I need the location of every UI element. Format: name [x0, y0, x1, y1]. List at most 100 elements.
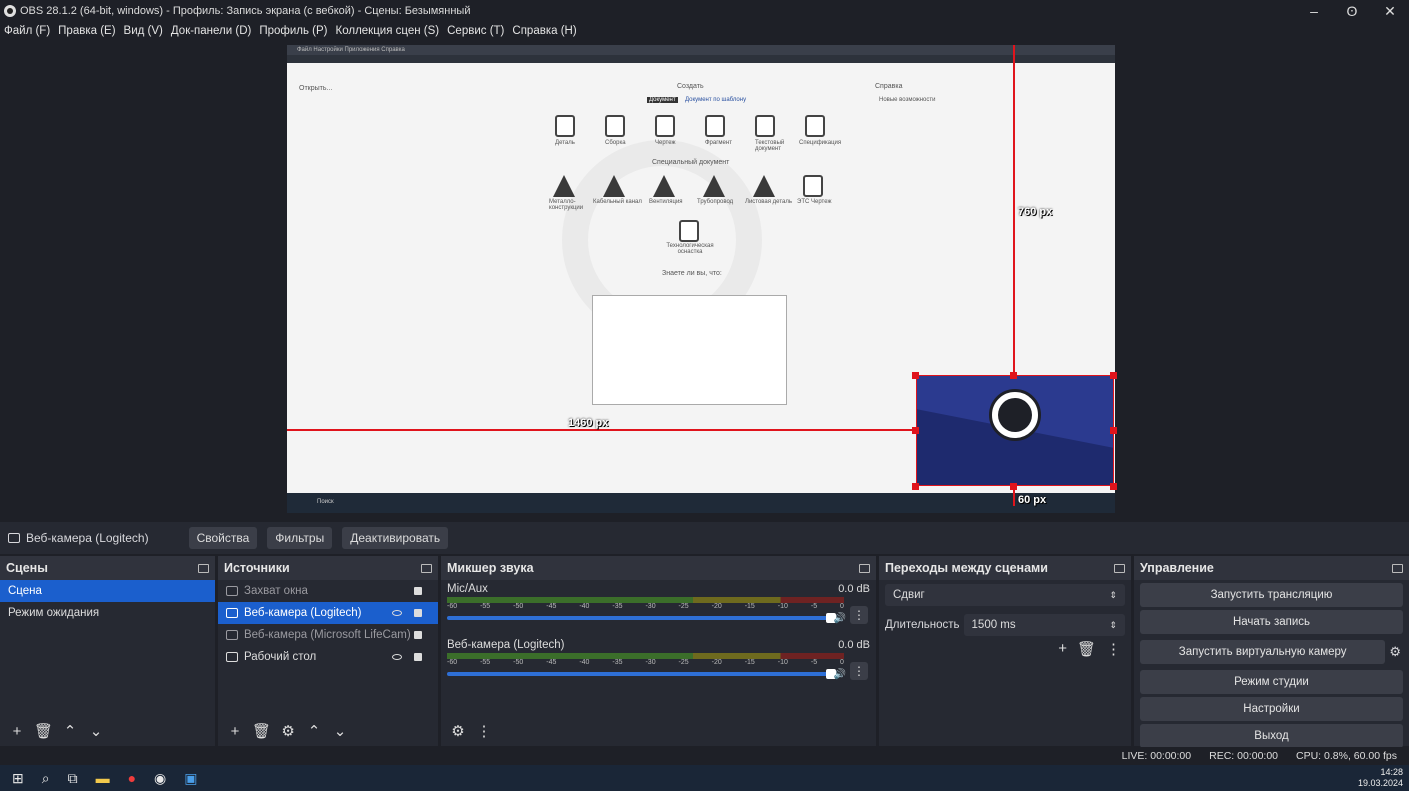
selected-source-label: Веб-камера (Logitech): [26, 531, 149, 545]
search-icon[interactable]: ⌕: [42, 770, 50, 787]
source-context-bar: Веб-камера (Logitech) Свойства Фильтры Д…: [0, 522, 1409, 554]
source-item[interactable]: Веб-камера (Logitech): [218, 602, 438, 624]
undock-icon[interactable]: [198, 563, 209, 573]
properties-button[interactable]: Свойства: [188, 527, 258, 549]
gear-icon[interactable]: ⚙: [279, 722, 297, 740]
menu-help[interactable]: Справка (H): [512, 25, 576, 37]
preview-canvas[interactable]: Файл Настройки Приложения Справка Открыт…: [0, 40, 1409, 518]
taskbar-clock[interactable]: 14:28 19.03.2024: [1358, 767, 1403, 789]
eye-icon[interactable]: [392, 654, 402, 660]
studio-mode-button[interactable]: Режим студии: [1140, 670, 1403, 694]
measure-label-height: 760 px: [1018, 206, 1053, 218]
settings-button[interactable]: Настройки: [1140, 697, 1403, 721]
trash-icon[interactable]: 🗑: [252, 722, 271, 740]
menu-file[interactable]: Файл (F): [4, 25, 50, 37]
menu-tools[interactable]: Сервис (T): [447, 25, 504, 37]
transition-select[interactable]: Сдвиг ⇕: [885, 584, 1125, 606]
resize-handle[interactable]: [1110, 483, 1117, 490]
kompas-open: Открыть...: [299, 85, 333, 92]
add-icon[interactable]: +: [1058, 640, 1067, 658]
more-icon[interactable]: ⋮: [475, 722, 493, 740]
resize-handle[interactable]: [912, 427, 919, 434]
virtual-camera-button[interactable]: Запустить виртуальную камеру: [1140, 640, 1386, 664]
menu-docks[interactable]: Док-панели (D): [171, 25, 251, 37]
volume-slider[interactable]: [447, 669, 836, 679]
spin-icon: ⇕: [1109, 589, 1117, 600]
meter-ticks: -60 -55 -50 -45 -40 -35 -30 -25 -20 -15 -10 -5 0: [447, 659, 844, 666]
source-item[interactable]: Рабочий стол: [218, 646, 438, 668]
more-icon[interactable]: ⋮: [1106, 640, 1121, 658]
mixer-track: Веб-камера (Logitech) 0.0 dB -60 -55 -50 -4…: [441, 636, 876, 692]
resize-handle[interactable]: [1010, 483, 1017, 490]
mixer-title: Микшер звука: [447, 561, 534, 575]
chevron-down-icon[interactable]: ⌄: [87, 722, 105, 740]
rec-status: REC: 00:00:00: [1209, 750, 1279, 762]
undock-icon[interactable]: [1114, 563, 1125, 573]
source-item[interactable]: Веб-камера (Microsoft LifeCam): [218, 624, 438, 646]
more-icon[interactable]: ⋮: [850, 606, 868, 624]
gear-icon[interactable]: ⚙: [1389, 644, 1401, 660]
start-recording-button[interactable]: Начать запись: [1140, 610, 1403, 634]
deactivate-button[interactable]: Деактивировать: [342, 527, 449, 549]
task-view-icon[interactable]: ⧉: [68, 770, 78, 787]
undock-icon[interactable]: [1392, 563, 1403, 573]
resize-handle[interactable]: [912, 483, 919, 490]
obs-app-icon[interactable]: ◉: [154, 770, 166, 787]
chevron-up-icon[interactable]: ⌃: [305, 722, 323, 740]
docks-area: Сцены Сцена Режим ожидания + 🗑 ⌃ ⌄ Источ…: [0, 556, 1409, 748]
lock-icon[interactable]: [414, 631, 422, 639]
chevron-up-icon[interactable]: ⌃: [61, 722, 79, 740]
more-icon[interactable]: ⋮: [850, 662, 868, 680]
kompas-doc-button: Документ: [647, 97, 678, 103]
filters-button[interactable]: Фильтры: [267, 527, 333, 549]
measure-line-vertical: [1013, 45, 1015, 375]
scene-item[interactable]: Режим ожидания: [0, 602, 215, 624]
chevron-down-icon[interactable]: ⌄: [331, 722, 349, 740]
restore-button[interactable]: ʘ: [1333, 0, 1371, 22]
source-item[interactable]: Захват окна: [218, 580, 438, 602]
add-icon[interactable]: +: [8, 723, 26, 740]
scene-item[interactable]: Сцена: [0, 580, 215, 602]
undock-icon[interactable]: [859, 563, 870, 573]
status-bar: LIVE: 00:00:00 REC: 00:00:00 CPU: 0.8%, …: [0, 747, 1409, 765]
measure-line-horizontal: [287, 429, 916, 431]
spin-icon: ⇕: [1109, 619, 1117, 630]
windows-start-icon[interactable]: ⊞: [12, 770, 24, 787]
resize-handle[interactable]: [1010, 372, 1017, 379]
menu-view[interactable]: Вид (V): [124, 25, 163, 37]
sources-dock: Источники Захват окна Веб-камера (Logite…: [218, 556, 438, 746]
gear-icon[interactable]: ⚙: [449, 722, 467, 740]
folder-icon[interactable]: ▬: [96, 770, 110, 786]
exit-button[interactable]: Выход: [1140, 724, 1403, 748]
speaker-icon[interactable]: 🔊: [834, 613, 846, 624]
duration-input[interactable]: 1500 ms ⇕: [963, 614, 1125, 636]
track-db: 0.0 dB: [838, 639, 870, 651]
measure-label-width: 1460 px: [568, 417, 609, 429]
lock-icon[interactable]: [414, 609, 422, 617]
browser-icon[interactable]: ●: [128, 770, 136, 786]
minimize-button[interactable]: –: [1295, 0, 1333, 22]
add-icon[interactable]: +: [226, 723, 244, 740]
resize-handle[interactable]: [1110, 372, 1117, 379]
resize-handle[interactable]: [912, 372, 919, 379]
trash-icon[interactable]: 🗑: [1077, 640, 1096, 658]
close-button[interactable]: ✕: [1371, 0, 1409, 22]
menu-scene-collection[interactable]: Коллекция сцен (S): [336, 25, 440, 37]
lock-icon[interactable]: [414, 587, 422, 595]
speaker-icon[interactable]: 🔊: [834, 669, 846, 680]
trash-icon[interactable]: 🗑: [34, 722, 53, 740]
kompas-app-icon[interactable]: ▣: [184, 770, 197, 787]
undock-icon[interactable]: [421, 563, 432, 573]
kompas-help: Справка: [875, 83, 903, 90]
kompas-special: Специальный документ: [652, 159, 730, 166]
menu-edit[interactable]: Правка (E): [58, 25, 115, 37]
resize-handle[interactable]: [1110, 427, 1117, 434]
menu-profile[interactable]: Профиль (P): [259, 25, 327, 37]
lock-icon[interactable]: [414, 653, 422, 661]
start-streaming-button[interactable]: Запустить трансляцию: [1140, 583, 1403, 607]
captured-taskbar: Поиск: [287, 493, 1115, 513]
webcam-source[interactable]: [916, 375, 1114, 486]
eye-icon[interactable]: [392, 610, 402, 616]
volume-slider[interactable]: [447, 613, 836, 623]
meter-ticks: -60 -55 -50 -45 -40 -35 -30 -25 -20 -15 -10 -5 0: [447, 603, 844, 610]
